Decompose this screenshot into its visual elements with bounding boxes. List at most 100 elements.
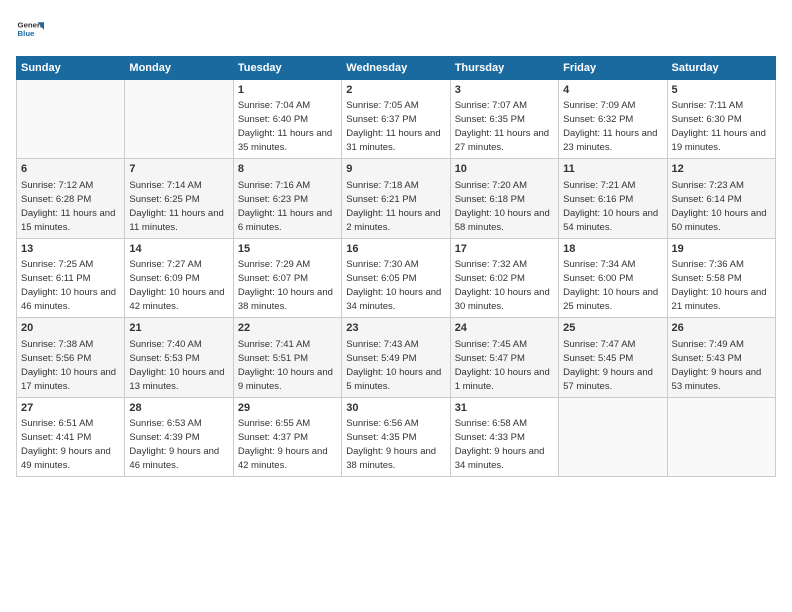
- calendar-day-cell: 1 Sunrise: 7:04 AMSunset: 6:40 PMDaylight…: [233, 80, 341, 159]
- day-info: Sunrise: 7:04 AMSunset: 6:40 PMDaylight:…: [238, 100, 332, 153]
- day-info: Sunrise: 7:34 AMSunset: 6:00 PMDaylight:…: [563, 259, 658, 312]
- day-number: 12: [672, 162, 771, 177]
- page-header: General Blue: [16, 16, 776, 44]
- day-info: Sunrise: 6:58 AMSunset: 4:33 PMDaylight:…: [455, 418, 545, 471]
- weekday-header: Thursday: [450, 57, 558, 80]
- day-info: Sunrise: 7:21 AMSunset: 6:16 PMDaylight:…: [563, 180, 658, 233]
- calendar-day-cell: 26Sunrise: 7:49 AMSunset: 5:43 PMDayligh…: [667, 318, 775, 397]
- day-info: Sunrise: 7:29 AMSunset: 6:07 PMDaylight:…: [238, 259, 333, 312]
- calendar-day-cell: 28 Sunrise: 6:53 AMSunset: 4:39 PMDayligh…: [125, 397, 233, 476]
- day-info: Sunrise: 7:05 AMSunset: 6:37 PMDaylight:…: [346, 100, 440, 153]
- day-info: Sunrise: 7:32 AMSunset: 6:02 PMDaylight:…: [455, 259, 550, 312]
- day-number: 20: [21, 321, 120, 336]
- day-info: Sunrise: 6:56 AMSunset: 4:35 PMDaylight:…: [346, 418, 436, 471]
- day-info: Sunrise: 7:23 AMSunset: 6:14 PMDaylight:…: [672, 180, 767, 233]
- weekday-header: Saturday: [667, 57, 775, 80]
- weekday-header: Tuesday: [233, 57, 341, 80]
- calendar-day-cell: 16 Sunrise: 7:30 AMSunset: 6:05 PMDayligh…: [342, 238, 450, 317]
- calendar-day-cell: 9Sunrise: 7:18 AMSunset: 6:21 PMDaylight…: [342, 159, 450, 238]
- calendar-day-cell: 8 Sunrise: 7:16 AMSunset: 6:23 PMDaylight…: [233, 159, 341, 238]
- day-info: Sunrise: 6:55 AMSunset: 4:37 PMDaylight:…: [238, 418, 328, 471]
- day-number: 18: [563, 242, 662, 257]
- day-number: 27: [21, 401, 120, 416]
- logo: General Blue: [16, 16, 44, 44]
- calendar-day-cell: 21 Sunrise: 7:40 AMSunset: 5:53 PMDayligh…: [125, 318, 233, 397]
- weekday-header: Friday: [559, 57, 667, 80]
- calendar-day-cell: [125, 80, 233, 159]
- calendar-day-cell: 6Sunrise: 7:12 AMSunset: 6:28 PMDaylight…: [17, 159, 125, 238]
- calendar-day-cell: [559, 397, 667, 476]
- day-number: 8: [238, 162, 337, 177]
- day-info: Sunrise: 6:53 AMSunset: 4:39 PMDaylight:…: [129, 418, 219, 471]
- calendar-day-cell: 14 Sunrise: 7:27 AMSunset: 6:09 PMDayligh…: [125, 238, 233, 317]
- calendar-day-cell: 27 Sunrise: 6:51 AMSunset: 4:41 PMDayligh…: [17, 397, 125, 476]
- calendar-day-cell: 3Sunrise: 7:07 AMSunset: 6:35 PMDaylight…: [450, 80, 558, 159]
- day-number: 16: [346, 242, 445, 257]
- calendar-day-cell: 30 Sunrise: 6:56 AMSunset: 4:35 PMDayligh…: [342, 397, 450, 476]
- day-number: 3: [455, 83, 554, 98]
- logo-icon: General Blue: [16, 16, 44, 44]
- day-number: 30: [346, 401, 445, 416]
- day-info: Sunrise: 7:12 AMSunset: 6:28 PMDaylight:…: [21, 180, 115, 233]
- day-number: 29: [238, 401, 337, 416]
- day-number: 13: [21, 242, 120, 257]
- svg-text:General: General: [18, 21, 44, 30]
- day-number: 28: [129, 401, 228, 416]
- day-info: Sunrise: 7:11 AMSunset: 6:30 PMDaylight:…: [672, 100, 766, 153]
- day-info: Sunrise: 7:09 AMSunset: 6:32 PMDaylight:…: [563, 100, 657, 153]
- calendar-day-cell: 31 Sunrise: 6:58 AMSunset: 4:33 PMDayligh…: [450, 397, 558, 476]
- day-info: Sunrise: 7:25 AMSunset: 6:11 PMDaylight:…: [21, 259, 116, 312]
- day-number: 2: [346, 83, 445, 98]
- weekday-header: Wednesday: [342, 57, 450, 80]
- calendar-day-cell: 11Sunrise: 7:21 AMSunset: 6:16 PMDayligh…: [559, 159, 667, 238]
- day-info: Sunrise: 7:41 AMSunset: 5:51 PMDaylight:…: [238, 339, 333, 392]
- day-info: Sunrise: 7:18 AMSunset: 6:21 PMDaylight:…: [346, 180, 440, 233]
- day-number: 7: [129, 162, 228, 177]
- day-number: 21: [129, 321, 228, 336]
- calendar-day-cell: 7 Sunrise: 7:14 AMSunset: 6:25 PMDaylight…: [125, 159, 233, 238]
- day-info: Sunrise: 7:45 AMSunset: 5:47 PMDaylight:…: [455, 339, 550, 392]
- day-number: 5: [672, 83, 771, 98]
- calendar-week-row: 6Sunrise: 7:12 AMSunset: 6:28 PMDaylight…: [17, 159, 776, 238]
- day-info: Sunrise: 7:16 AMSunset: 6:23 PMDaylight:…: [238, 180, 332, 233]
- calendar-header-row: SundayMondayTuesdayWednesdayThursdayFrid…: [17, 57, 776, 80]
- day-info: Sunrise: 7:43 AMSunset: 5:49 PMDaylight:…: [346, 339, 441, 392]
- weekday-header: Monday: [125, 57, 233, 80]
- day-info: Sunrise: 7:40 AMSunset: 5:53 PMDaylight:…: [129, 339, 224, 392]
- calendar-day-cell: 18 Sunrise: 7:34 AMSunset: 6:00 PMDayligh…: [559, 238, 667, 317]
- day-info: Sunrise: 7:14 AMSunset: 6:25 PMDaylight:…: [129, 180, 223, 233]
- day-number: 10: [455, 162, 554, 177]
- calendar-day-cell: 19 Sunrise: 7:36 AMSunset: 5:58 PMDayligh…: [667, 238, 775, 317]
- calendar-day-cell: 24Sunrise: 7:45 AMSunset: 5:47 PMDayligh…: [450, 318, 558, 397]
- calendar-day-cell: 20Sunrise: 7:38 AMSunset: 5:56 PMDayligh…: [17, 318, 125, 397]
- calendar-day-cell: 15 Sunrise: 7:29 AMSunset: 6:07 PMDayligh…: [233, 238, 341, 317]
- calendar-week-row: 1 Sunrise: 7:04 AMSunset: 6:40 PMDaylight…: [17, 80, 776, 159]
- calendar-day-cell: [667, 397, 775, 476]
- day-number: 15: [238, 242, 337, 257]
- day-number: 14: [129, 242, 228, 257]
- calendar-day-cell: 25 Sunrise: 7:47 AMSunset: 5:45 PMDayligh…: [559, 318, 667, 397]
- day-number: 1: [238, 83, 337, 98]
- day-number: 22: [238, 321, 337, 336]
- calendar-day-cell: 12 Sunrise: 7:23 AMSunset: 6:14 PMDayligh…: [667, 159, 775, 238]
- day-info: Sunrise: 7:30 AMSunset: 6:05 PMDaylight:…: [346, 259, 441, 312]
- calendar-day-cell: 22 Sunrise: 7:41 AMSunset: 5:51 PMDayligh…: [233, 318, 341, 397]
- day-number: 19: [672, 242, 771, 257]
- day-number: 23: [346, 321, 445, 336]
- day-info: Sunrise: 7:20 AMSunset: 6:18 PMDaylight:…: [455, 180, 550, 233]
- day-number: 4: [563, 83, 662, 98]
- calendar-day-cell: 13 Sunrise: 7:25 AMSunset: 6:11 PMDayligh…: [17, 238, 125, 317]
- day-number: 31: [455, 401, 554, 416]
- calendar-day-cell: 2 Sunrise: 7:05 AMSunset: 6:37 PMDaylight…: [342, 80, 450, 159]
- weekday-header: Sunday: [17, 57, 125, 80]
- day-info: Sunrise: 7:49 AMSunset: 5:43 PMDaylight:…: [672, 339, 762, 392]
- calendar-day-cell: 5 Sunrise: 7:11 AMSunset: 6:30 PMDaylight…: [667, 80, 775, 159]
- day-info: Sunrise: 7:27 AMSunset: 6:09 PMDaylight:…: [129, 259, 224, 312]
- calendar-day-cell: [17, 80, 125, 159]
- day-info: Sunrise: 7:36 AMSunset: 5:58 PMDaylight:…: [672, 259, 767, 312]
- calendar-week-row: 27 Sunrise: 6:51 AMSunset: 4:41 PMDayligh…: [17, 397, 776, 476]
- day-number: 25: [563, 321, 662, 336]
- calendar-week-row: 13 Sunrise: 7:25 AMSunset: 6:11 PMDayligh…: [17, 238, 776, 317]
- day-info: Sunrise: 6:51 AMSunset: 4:41 PMDaylight:…: [21, 418, 111, 471]
- day-info: Sunrise: 7:47 AMSunset: 5:45 PMDaylight:…: [563, 339, 653, 392]
